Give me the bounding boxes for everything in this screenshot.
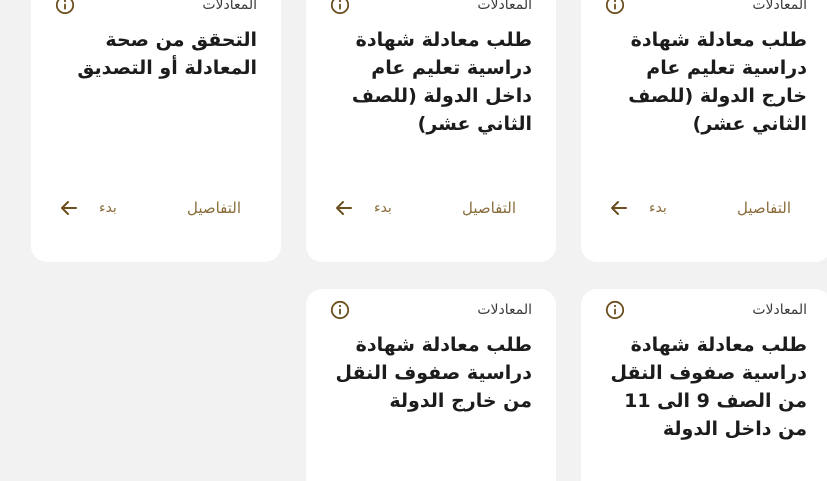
start-button[interactable]: بدء xyxy=(609,198,667,218)
arrow-left-icon xyxy=(334,198,354,218)
info-icon[interactable] xyxy=(605,300,625,320)
details-link[interactable]: التفاصيل xyxy=(462,199,516,217)
service-card[interactable]: المعادلات التحقق من صحة المعادلة أو التص… xyxy=(31,0,281,262)
card-header: المعادلات xyxy=(605,0,807,16)
card-header: المعادلات xyxy=(330,0,532,16)
card-title: طلب معادلة شهادة دراسية تعليم عام داخل ا… xyxy=(351,29,532,135)
card-title: التحقق من صحة المعادلة أو التصديق xyxy=(77,29,257,79)
start-button[interactable]: بدء xyxy=(334,198,392,218)
card-category: المعادلات xyxy=(202,0,257,13)
card-header: المعادلات xyxy=(330,299,532,321)
card-header: المعادلات xyxy=(605,299,807,321)
start-button[interactable]: بدء xyxy=(59,198,117,218)
info-icon[interactable] xyxy=(330,0,350,15)
card-category: المعادلات xyxy=(752,302,807,318)
details-link[interactable]: التفاصيل xyxy=(737,199,791,217)
arrow-left-icon xyxy=(609,198,629,218)
info-icon[interactable] xyxy=(330,300,350,320)
start-label: بدء xyxy=(374,200,392,216)
card-category: المعادلات xyxy=(477,0,532,13)
details-link[interactable]: التفاصيل xyxy=(187,199,241,217)
card-category: المعادلات xyxy=(752,0,807,13)
info-icon[interactable] xyxy=(605,0,625,15)
card-actions: التفاصيل بدء xyxy=(59,196,241,220)
info-icon[interactable] xyxy=(55,0,75,15)
card-actions: التفاصيل بدء xyxy=(334,196,516,220)
start-label: بدء xyxy=(649,200,667,216)
service-card[interactable]: المعادلات طلب معادلة شهادة دراسية صفوف ا… xyxy=(306,289,556,481)
service-card[interactable]: المعادلات طلب معادلة شهادة دراسية صفوف ا… xyxy=(581,289,827,481)
start-label: بدء xyxy=(99,200,117,216)
card-header: المعادلات xyxy=(55,0,257,16)
card-actions: التفاصيل بدء xyxy=(609,196,791,220)
card-title: طلب معادلة شهادة دراسية صفوف النقل من خا… xyxy=(335,334,532,412)
card-title: طلب معادلة شهادة دراسية تعليم عام خارج ا… xyxy=(628,29,807,135)
card-category: المعادلات xyxy=(477,302,532,318)
service-card[interactable]: المعادلات طلب معادلة شهادة دراسية تعليم … xyxy=(306,0,556,262)
service-card[interactable]: المعادلات طلب معادلة شهادة دراسية تعليم … xyxy=(581,0,827,262)
card-title: طلب معادلة شهادة دراسية صفوف النقل من ال… xyxy=(610,334,807,440)
arrow-left-icon xyxy=(59,198,79,218)
